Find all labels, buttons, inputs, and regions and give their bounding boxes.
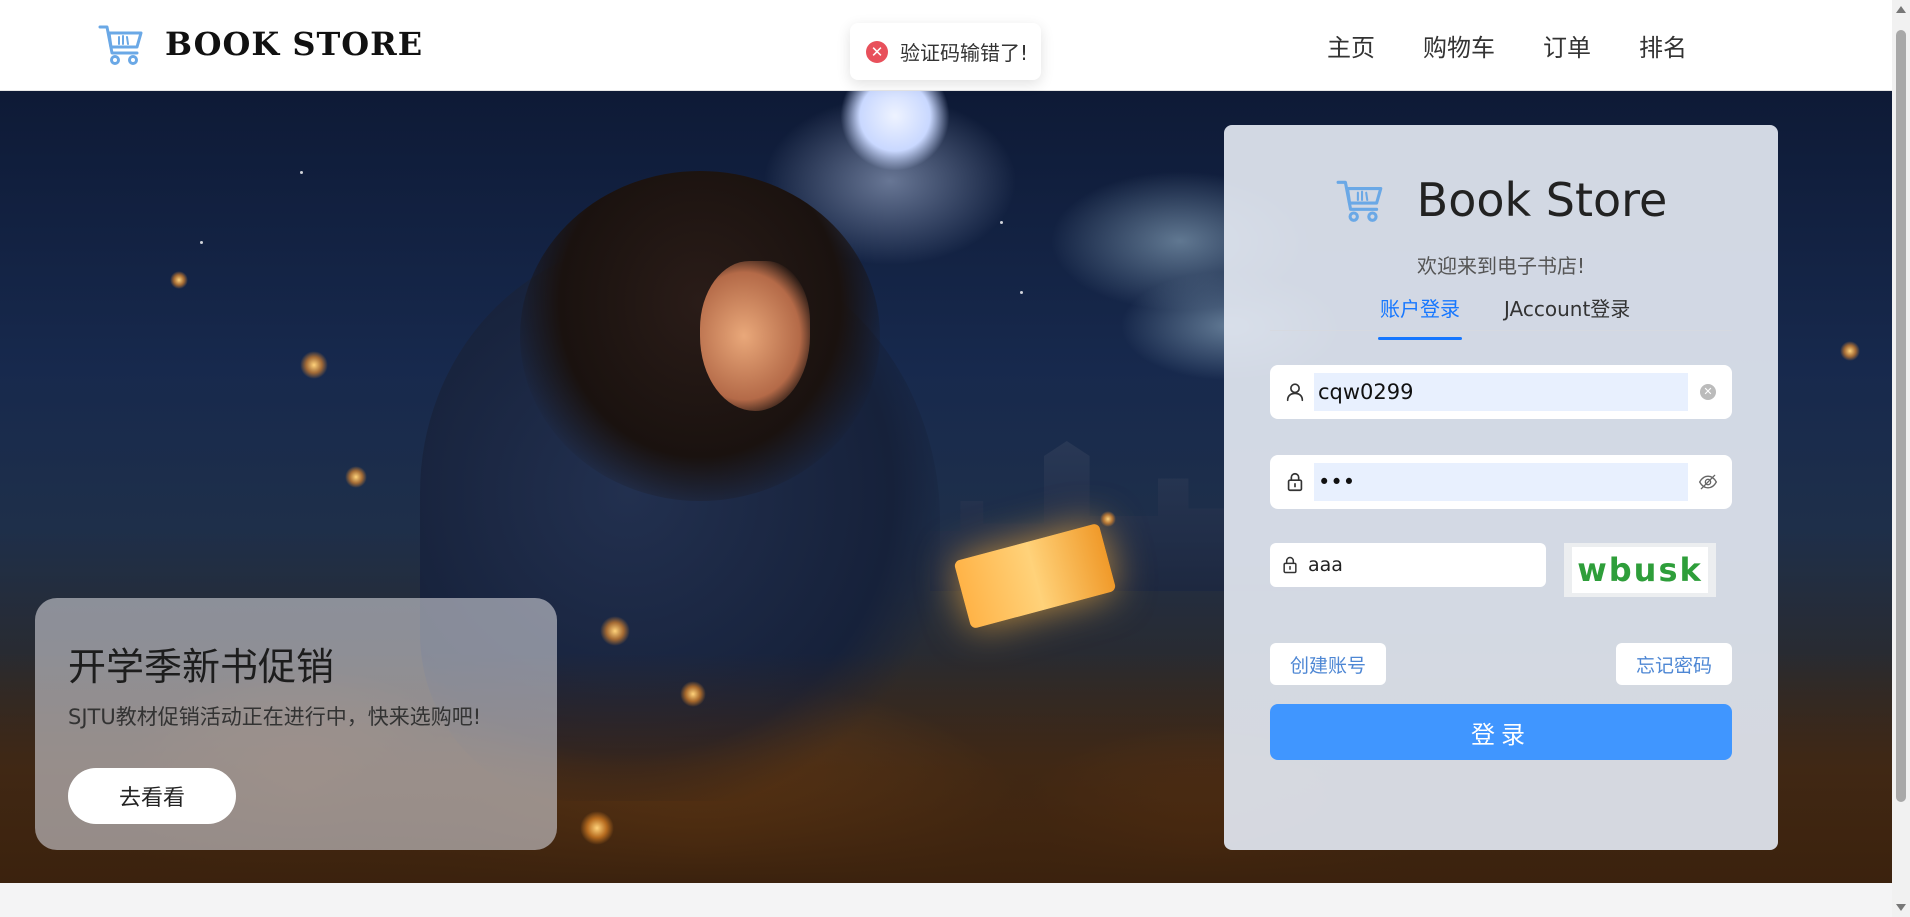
firefly-decoration <box>600 616 630 646</box>
captcha-code: wbusk <box>1572 547 1708 593</box>
star-decoration <box>300 171 303 174</box>
scroll-down-arrow-icon[interactable] <box>1896 904 1906 911</box>
nav-home[interactable]: 主页 <box>1327 28 1375 63</box>
star-decoration <box>200 241 203 244</box>
scroll-thumb[interactable] <box>1896 30 1906 802</box>
login-title: Book Store <box>1416 173 1668 227</box>
tab-account-login[interactable]: 账户登录 <box>1378 293 1462 340</box>
promo-title: 开学季新书促销 <box>68 645 335 689</box>
toast-message: 验证码输错了! <box>900 41 1029 65</box>
captcha-image[interactable]: wbusk <box>1564 543 1716 597</box>
tab-jaccount-login[interactable]: JAccount登录 <box>1504 293 1630 322</box>
scroll-up-arrow-icon[interactable] <box>1896 6 1906 13</box>
firefly-decoration <box>300 351 328 379</box>
error-toast: ✕ 验证码输错了! <box>850 23 1041 80</box>
hero-banner: 开学季新书促销 SJTU教材促销活动正在进行中，快来选购吧! 去看看 Book … <box>0 91 1892 883</box>
page-scrollbar[interactable] <box>1892 0 1910 917</box>
nav-cart[interactable]: 购物车 <box>1423 28 1495 63</box>
login-header: Book Store <box>1224 173 1778 227</box>
promo-card: 开学季新书促销 SJTU教材促销活动正在进行中，快来选购吧! 去看看 <box>35 598 557 850</box>
login-tabs: 账户登录 JAccount登录 <box>1270 283 1732 340</box>
clear-input-icon[interactable]: ✕ <box>1698 382 1718 402</box>
captcha-field <box>1270 543 1551 587</box>
logo-text: BOOK STORE <box>165 25 424 63</box>
username-field: ✕ <box>1270 365 1732 419</box>
nav-ranking[interactable]: 排名 <box>1639 28 1687 63</box>
firefly-decoration <box>1840 341 1860 361</box>
promo-view-button[interactable]: 去看看 <box>68 768 236 824</box>
cart-logo-icon <box>1336 180 1382 222</box>
eye-hidden-icon[interactable] <box>1698 472 1718 492</box>
password-field <box>1270 455 1732 509</box>
login-card: Book Store 欢迎来到电子书店! 账户登录 JAccount登录 ✕ <box>1224 125 1778 850</box>
main-nav: 主页 购物车 订单 排名 <box>1279 28 1687 63</box>
firefly-decoration <box>680 681 706 707</box>
error-icon: ✕ <box>866 40 888 63</box>
username-input[interactable] <box>1314 373 1688 411</box>
password-input[interactable] <box>1314 463 1688 501</box>
nav-orders[interactable]: 订单 <box>1543 28 1591 63</box>
logo[interactable]: BOOK STORE <box>97 18 423 70</box>
lock-icon <box>1283 556 1297 574</box>
login-submit-button[interactable]: 登录 <box>1270 704 1732 760</box>
login-welcome: 欢迎来到电子书店! <box>1416 254 1586 278</box>
create-account-button[interactable]: 创建账号 <box>1270 643 1387 685</box>
promo-subtitle: SJTU教材促销活动正在进行中，快来选购吧! <box>68 705 482 729</box>
cart-logo-icon <box>98 25 143 65</box>
firefly-decoration <box>170 271 188 289</box>
star-decoration <box>1020 291 1023 294</box>
captcha-input[interactable] <box>1308 550 1551 580</box>
user-icon <box>1286 383 1304 402</box>
firefly-decoration <box>580 811 614 845</box>
lock-icon <box>1287 472 1303 492</box>
girl-face <box>700 261 810 411</box>
forgot-password-button[interactable]: 忘记密码 <box>1615 643 1732 685</box>
star-decoration <box>1000 221 1003 224</box>
firefly-decoration <box>1100 511 1116 527</box>
firefly-decoration <box>345 466 367 488</box>
moon-decoration <box>840 91 950 171</box>
